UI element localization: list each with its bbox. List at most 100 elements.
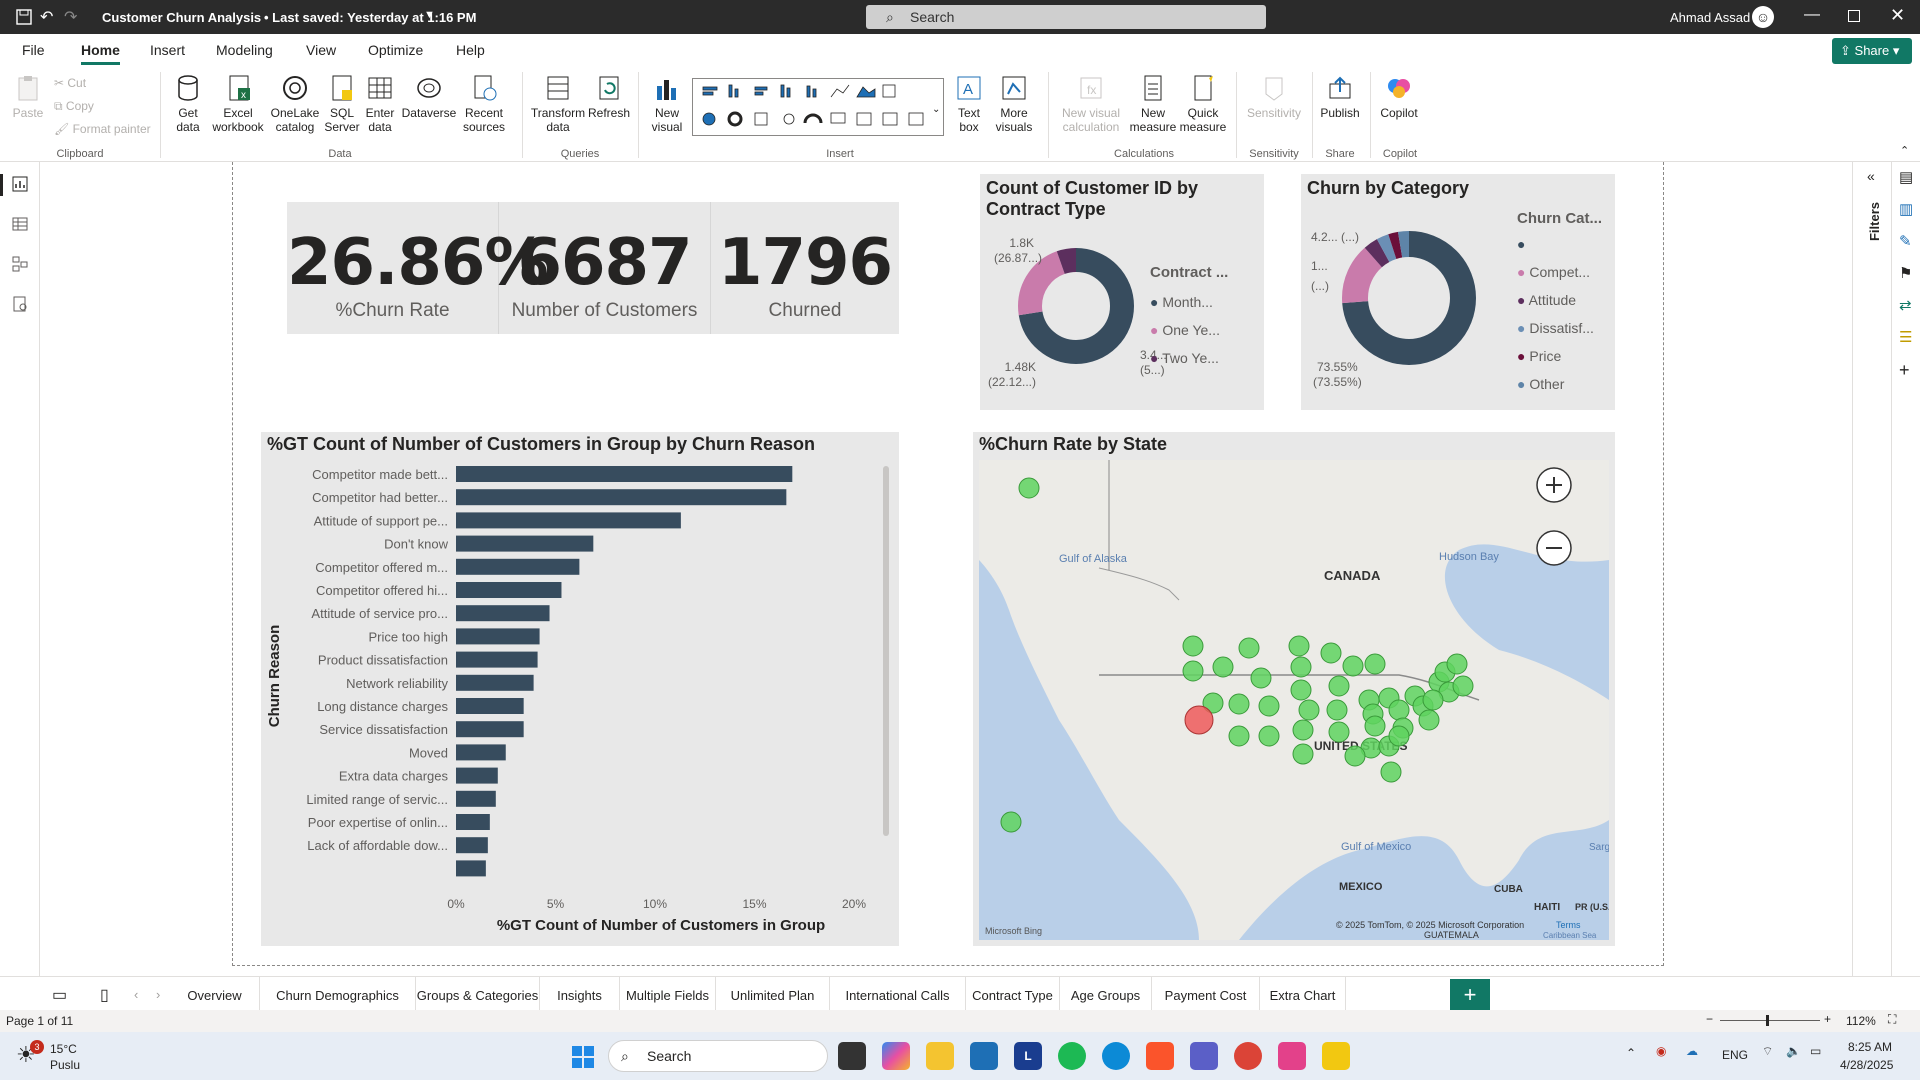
redo-icon[interactable]: ↷ [64,7,77,27]
menu-optimize[interactable]: Optimize [368,42,423,58]
zoom-out-icon[interactable]: − [1706,1012,1713,1026]
powerbi-icon[interactable] [1322,1042,1350,1070]
document-title[interactable]: Customer Churn Analysis [102,10,261,25]
wifi-icon[interactable]: ⌔ [1762,1044,1773,1059]
add-pane-icon[interactable]: + [1899,360,1910,381]
bar[interactable] [456,860,486,877]
paste-button[interactable]: Paste [12,74,44,120]
menu-modeling[interactable]: Modeling [216,42,273,58]
report-view-icon[interactable] [12,176,28,192]
onedrive-icon[interactable]: ☁ [1686,1044,1698,1058]
menu-insert[interactable]: Insert [150,42,185,58]
bookmark-icon[interactable]: ⚑ [1899,264,1912,282]
zoom-slider[interactable] [1720,1020,1820,1021]
zoom-thumb[interactable] [1766,1015,1769,1026]
prev-page-icon[interactable]: ‹ [134,987,138,1002]
maximize-icon[interactable] [1848,10,1860,22]
bar[interactable] [456,814,490,830]
data-pane-icon[interactable]: ▤ [1899,168,1913,186]
bar[interactable] [456,628,540,645]
new-measure-button[interactable]: New measure [1128,74,1178,134]
scrollbar[interactable] [883,466,889,836]
brave-icon[interactable] [1146,1042,1174,1070]
menu-help[interactable]: Help [456,42,485,58]
excel-button[interactable]: x Excel workbook [210,74,266,134]
get-data-button[interactable]: Get data [168,74,208,134]
sync-slicers-icon[interactable]: ⇄ [1899,296,1912,314]
copilot-app-icon[interactable] [882,1042,910,1070]
bar[interactable] [456,651,538,668]
desktop-view-icon[interactable]: ▭ [52,985,67,1005]
state-bubble[interactable] [1000,811,1022,833]
bar[interactable] [456,744,506,761]
taskbar-search[interactable]: ⌕ Search [608,1040,828,1072]
menu-home[interactable]: Home [81,42,120,65]
menu-file[interactable]: File [22,42,45,58]
state-bubble[interactable] [1298,699,1320,721]
contract-type-chart[interactable]: Count of Customer ID by Contract Type 1.… [980,174,1264,410]
legend-item[interactable]: ● Attitude [1517,286,1594,314]
sensitivity-button[interactable]: Sensitivity [1244,74,1304,120]
state-bubble[interactable] [1250,667,1272,689]
tray-chevron-icon[interactable]: ⌃ [1626,1046,1636,1060]
table-view-icon[interactable] [12,216,28,232]
text-box-button[interactable]: A Text box [952,74,986,134]
legend-item[interactable]: ● Other [1517,370,1594,398]
menu-view[interactable]: View [306,42,336,58]
bar[interactable] [456,466,793,482]
format-icon[interactable]: ✎ [1899,232,1912,250]
bar-chart-svg[interactable]: Competitor made bett... Competitor had be… [261,456,899,946]
gallery-expand-icon[interactable]: ⌄ [932,104,940,115]
state-bubble[interactable] [1184,705,1214,735]
kpi-card[interactable]: 26.86% %Churn Rate 6687 Number of Custom… [287,202,899,334]
state-bubble[interactable] [1292,743,1314,765]
chevron-down-icon[interactable]: ▼ [424,9,435,21]
state-bubble[interactable] [1320,642,1342,664]
state-bubble[interactable] [1292,719,1314,741]
legend-item[interactable]: ● Dissatisf... [1517,314,1594,342]
fit-page-icon[interactable]: ⛶ [1888,1012,1896,1027]
refresh-button[interactable]: Refresh [588,74,630,120]
state-bubble[interactable] [1418,709,1440,731]
minimize-icon[interactable]: — [1804,6,1820,24]
state-bubble[interactable] [1228,725,1250,747]
search-input[interactable]: ⌕ Search [866,5,1266,29]
map-canvas[interactable]: Gulf of Alaska Hudson Bay CANADA UNITED … [979,460,1609,940]
user-name[interactable]: Ahmad Assad [1670,10,1750,25]
state-bubble[interactable] [1238,637,1260,659]
model-view-icon[interactable] [12,256,28,272]
add-page-button[interactable]: + [1450,979,1490,1013]
transform-data-button[interactable]: Transform data [530,74,586,134]
legend-item[interactable]: ● [1517,230,1594,258]
legend-item[interactable]: ● Compet... [1517,258,1594,286]
churn-category-chart[interactable]: Churn by Category 4.2... (...) 1... (...)… [1301,174,1615,410]
selection-icon[interactable]: ☰ [1899,328,1912,346]
state-bubble[interactable] [1364,715,1386,737]
state-bubble[interactable] [1018,477,1040,499]
visual-gallery[interactable] [692,78,944,136]
edge-icon[interactable] [1102,1042,1130,1070]
publish-button[interactable]: Publish [1318,74,1362,120]
expand-pane-icon[interactable]: « [1867,168,1875,184]
legend-item[interactable]: ● One Ye... [1150,316,1220,344]
state-bubble[interactable] [1290,679,1312,701]
state-bubble[interactable] [1182,635,1204,657]
bar[interactable] [456,837,488,854]
legend-item[interactable]: ● Price [1517,342,1594,370]
state-bubble[interactable] [1212,656,1234,678]
state-bubble[interactable] [1364,653,1386,675]
state-bubble[interactable] [1422,689,1444,711]
dax-query-icon[interactable] [12,296,28,312]
state-bubble[interactable] [1228,693,1250,715]
chrome-icon[interactable] [1234,1042,1262,1070]
copilot-button[interactable]: Copilot [1376,74,1422,120]
bar[interactable] [456,605,550,622]
bar[interactable] [456,535,594,552]
clock-time[interactable]: 8:25 AM [1848,1040,1892,1054]
file-explorer-icon[interactable] [926,1042,954,1070]
bar[interactable] [456,790,496,807]
state-bubble[interactable] [1328,675,1350,697]
category-donut[interactable] [1341,230,1477,366]
enter-data-button[interactable]: Enter data [362,74,398,134]
next-page-icon[interactable]: › [156,987,160,1002]
